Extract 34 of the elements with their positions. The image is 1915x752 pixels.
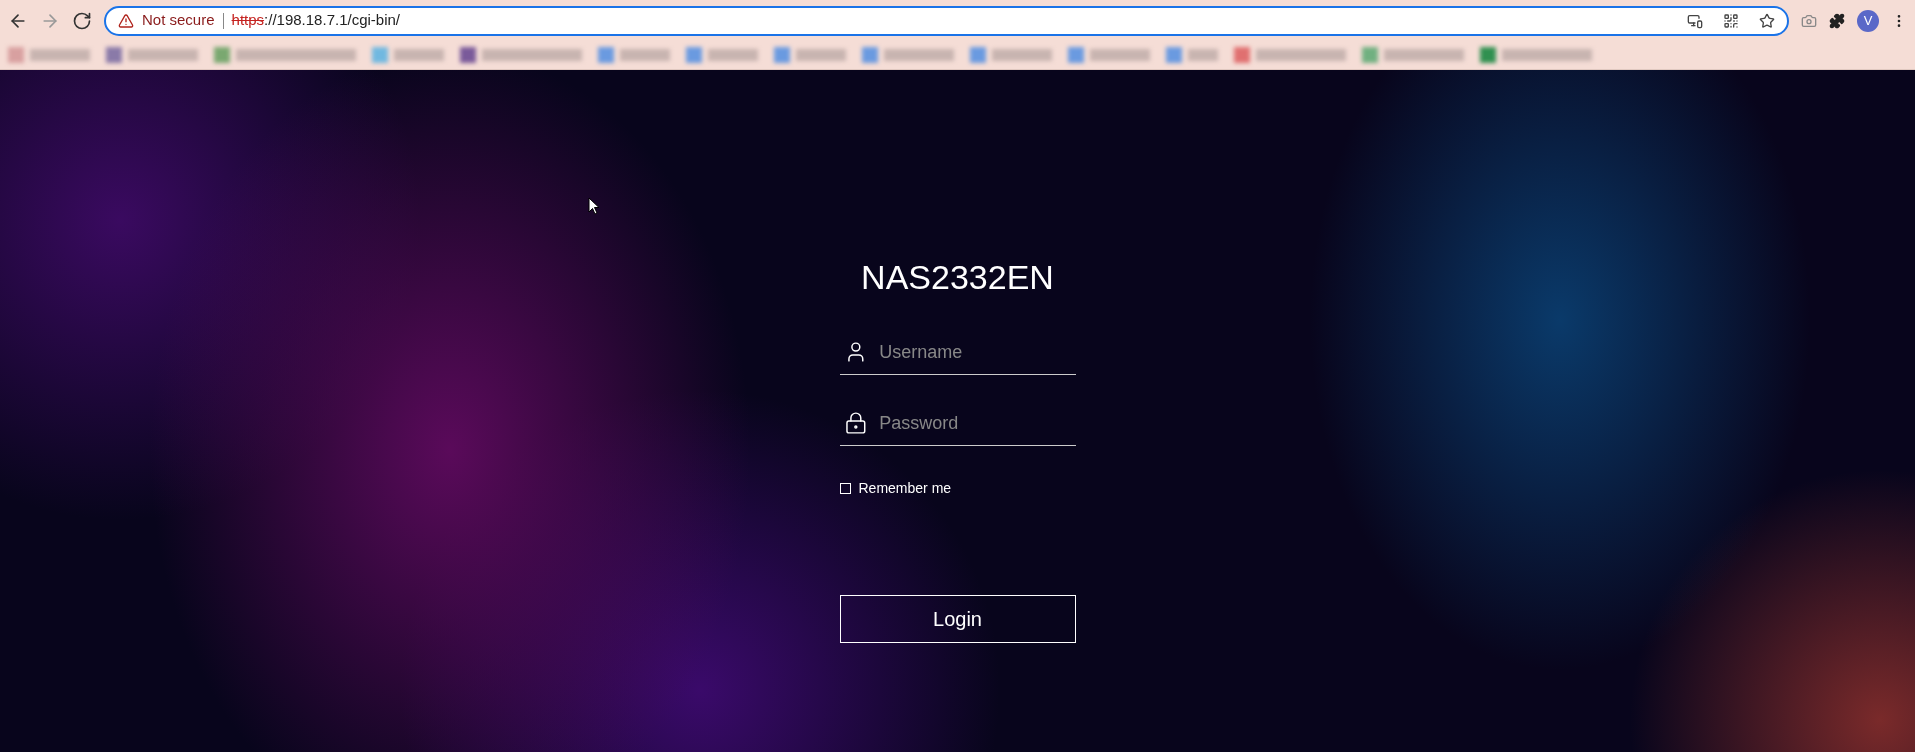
blurred-bookmark[interactable]: [774, 47, 846, 63]
blurred-bookmark[interactable]: [460, 47, 582, 63]
blurred-bookmark[interactable]: [1234, 47, 1346, 63]
bookmark-star-icon[interactable]: [1759, 12, 1775, 29]
url-text: https://198.18.7.1/cgi-bin/: [231, 10, 400, 31]
qr-code-icon[interactable]: [1723, 12, 1739, 29]
username-field[interactable]: Username: [879, 338, 1076, 366]
blurred-bookmark[interactable]: [1362, 47, 1464, 63]
blurred-bookmark[interactable]: [1166, 47, 1218, 63]
blurred-bookmark[interactable]: [862, 47, 954, 63]
lock-icon: [843, 409, 868, 437]
address-bar[interactable]: Not secure https://198.18.7.1/cgi-bin/: [104, 5, 1789, 36]
blurred-bookmark[interactable]: [106, 47, 198, 63]
remember-label: Remember me: [858, 479, 952, 498]
blurred-bookmark[interactable]: [372, 47, 444, 63]
blurred-bookmark[interactable]: [686, 47, 758, 63]
login-button[interactable]: Login: [839, 595, 1076, 643]
password-field[interactable]: Password: [879, 409, 1076, 437]
profile-avatar[interactable]: V: [1857, 9, 1879, 32]
blurred-bookmark[interactable]: [970, 47, 1052, 63]
blurred-bookmark[interactable]: [1068, 47, 1150, 63]
device-icon[interactable]: [1687, 12, 1703, 29]
reload-icon[interactable]: [72, 10, 92, 31]
blurred-bookmark[interactable]: [598, 47, 670, 63]
remember-checkbox[interactable]: [839, 483, 851, 494]
camera-icon[interactable]: [1801, 12, 1817, 29]
warning-icon: [118, 12, 134, 29]
blurred-bookmark[interactable]: [1480, 47, 1592, 63]
device-title: NAS2332EN: [860, 260, 1055, 294]
mouse-cursor-icon: [588, 197, 600, 215]
security-label: Not secure: [142, 10, 215, 31]
blurred-bookmark[interactable]: [214, 47, 356, 63]
extensions-icon[interactable]: [1829, 12, 1845, 29]
blurred-bookmark[interactable]: [8, 47, 90, 63]
